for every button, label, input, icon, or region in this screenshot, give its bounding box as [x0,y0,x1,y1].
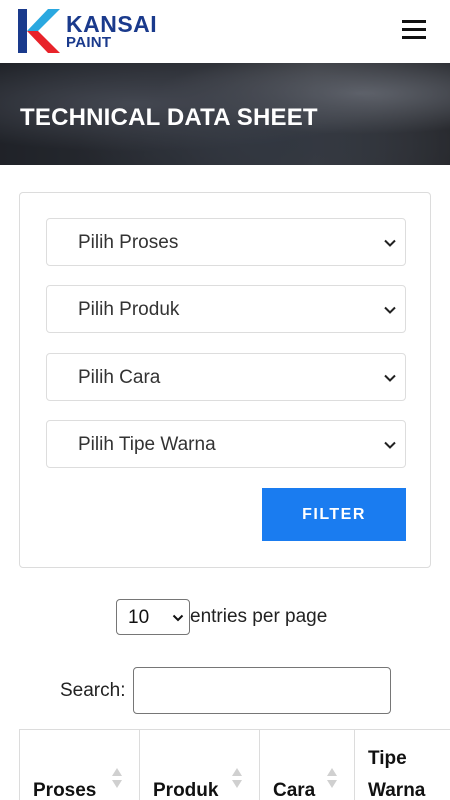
brand-subname: PAINT [66,34,112,51]
page-banner: TECHNICAL DATA SHEET [0,63,450,165]
chevron-down-icon [384,441,396,449]
column-header-label: Proses [33,780,97,800]
kansai-paint-logo[interactable]: KANSAI PAINT [18,9,168,53]
select-cara[interactable]: Pilih Cara [46,353,406,401]
select-proses-label: Pilih Proses [78,232,179,253]
kansai-logo-mark-icon [18,9,60,53]
entries-label: entries per page [190,606,328,627]
sort-icon [327,768,337,788]
column-header-label: Warna [368,780,426,800]
column-header-cara[interactable]: Cara [259,730,354,800]
chevron-down-icon [172,614,184,622]
chevron-down-icon [384,374,396,382]
column-header-label: Cara [273,780,316,800]
sort-icon [112,768,122,788]
select-tipe-warna[interactable]: Pilih Tipe Warna [46,420,406,468]
search-input[interactable] [133,667,391,714]
entries-value: 10 [128,607,150,628]
site-header: KANSAI PAINT [0,0,450,63]
column-header-label: Tipe [368,748,407,769]
select-cara-label: Pilih Cara [78,367,161,388]
page-title: TECHNICAL DATA SHEET [20,104,318,131]
search-label: Search: [60,680,126,701]
entries-select[interactable]: 10 [116,599,190,635]
data-table: Proses Produk Cara Tipe Warna [19,729,450,800]
entries-per-page: 10 entries per page [0,599,450,635]
select-tipe-warna-label: Pilih Tipe Warna [78,434,216,455]
chevron-down-icon [384,306,396,314]
column-header-produk[interactable]: Produk [139,730,259,800]
chevron-down-icon [384,239,396,247]
select-produk-label: Pilih Produk [78,299,180,320]
column-header-proses[interactable]: Proses [19,730,139,800]
filter-button[interactable]: FILTER [262,488,406,541]
column-header-tipe-warna[interactable]: Tipe Warna [354,730,450,800]
select-produk[interactable]: Pilih Produk [46,285,406,333]
hamburger-menu-icon[interactable] [402,20,428,42]
filter-panel: Pilih Proses Pilih Produk Pilih Cara Pil… [19,192,431,568]
column-header-label: Produk [153,780,219,800]
sort-icon [232,768,242,788]
select-proses[interactable]: Pilih Proses [46,218,406,266]
